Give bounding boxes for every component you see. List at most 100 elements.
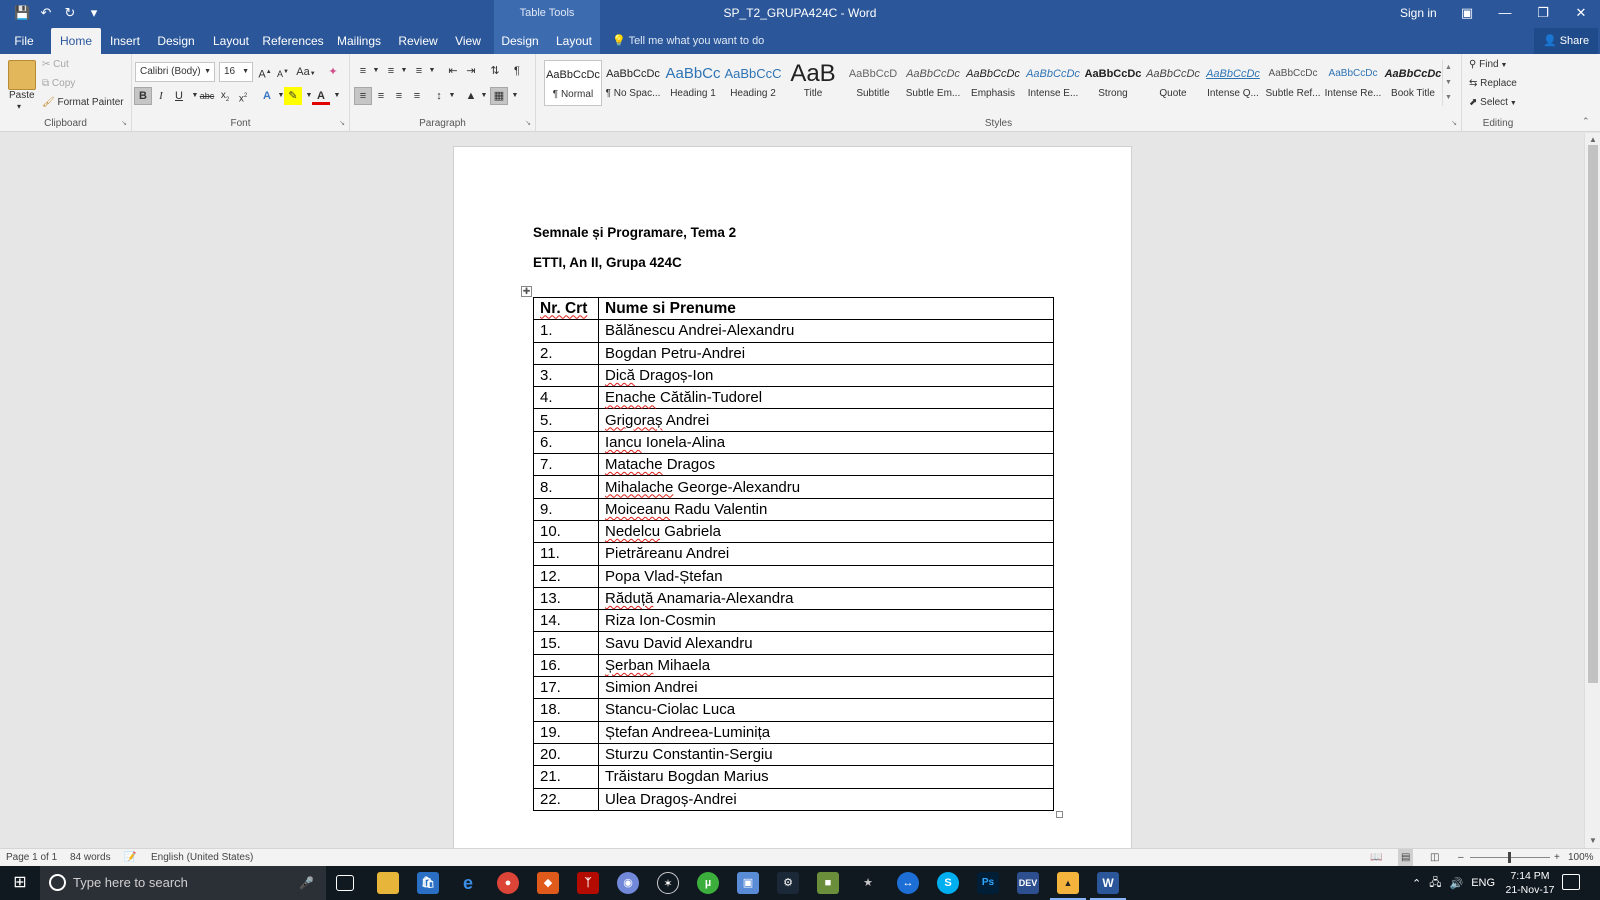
spelling-error-mark[interactable]: Grigoraș — [605, 412, 663, 429]
gallery-scroll[interactable]: ▲ ▼ ▼ — [1442, 60, 1454, 106]
cell-student-name[interactable]: Șerban Mihaela — [598, 653, 1054, 678]
cell-student-name[interactable]: Pietrăreanu Andrei — [598, 542, 1054, 566]
align-right-icon[interactable]: ≡ — [390, 87, 408, 105]
style-intense-reference[interactable]: AaBbCcDc Intense Re... — [1324, 60, 1382, 106]
chevron-up-icon[interactable]: ▲ — [1445, 64, 1452, 71]
cell-nr-crt[interactable]: 3. — [533, 363, 599, 388]
cell-nr-crt[interactable]: 12. — [533, 564, 599, 588]
web-layout-icon[interactable]: ◫ — [1430, 849, 1439, 866]
find-button[interactable]: ⚲ Find ▼ — [1469, 59, 1507, 70]
app-pin-icon[interactable]: ★ — [857, 872, 879, 894]
read-mode-icon[interactable]: 📖 — [1370, 849, 1382, 866]
tab-design[interactable]: Design — [152, 28, 200, 54]
borders-dropdown-icon[interactable]: ▼ — [506, 87, 524, 105]
cell-student-name[interactable]: Bălănescu Andrei-Alexandru — [598, 319, 1054, 343]
bold-icon[interactable]: B — [134, 87, 152, 105]
scroll-thumb[interactable] — [1588, 145, 1598, 683]
taskbar-search-box[interactable]: Type here to search 🎤 — [40, 866, 326, 900]
font-size-dropdown[interactable]: 16 ▼ — [219, 62, 253, 82]
cell-student-name[interactable]: Ulea Dragoș-Andrei — [598, 787, 1054, 811]
cell-student-name[interactable]: Simion Andrei — [598, 676, 1054, 700]
restore-icon[interactable]: ❐ — [1524, 0, 1562, 28]
ribbon-display-options-icon[interactable]: ▣ — [1448, 0, 1486, 28]
spelling-error-mark[interactable]: Dică — [605, 367, 635, 384]
style-emphasis[interactable]: AaBbCcDc Emphasis — [964, 60, 1022, 106]
subscript-icon[interactable]: x2 — [216, 87, 234, 105]
cell-nr-crt[interactable]: 19. — [533, 720, 599, 744]
spelling-error-mark[interactable]: Nedelcu — [605, 523, 660, 540]
photoshop-icon[interactable]: Ps — [977, 872, 999, 894]
header-nr-crt[interactable]: Nr. Crt — [533, 296, 599, 321]
tab-references[interactable]: References — [262, 28, 324, 54]
zoom-out-icon[interactable]: – — [1458, 849, 1464, 866]
cell-student-name[interactable]: Sturzu Constantin-Sergiu — [598, 742, 1054, 767]
cell-nr-crt[interactable]: 10. — [533, 519, 599, 544]
utorrent-icon[interactable]: µ — [697, 872, 719, 894]
cell-nr-crt[interactable]: 8. — [533, 475, 599, 499]
tab-mailings[interactable]: Mailings — [332, 28, 386, 54]
chrome-icon[interactable]: ● — [497, 872, 519, 894]
style-heading-1[interactable]: AaBbCc Heading 1 — [664, 60, 722, 106]
spelling-error-mark[interactable]: Moiceanu — [605, 501, 670, 518]
show-marks-icon[interactable]: ¶ — [508, 62, 526, 80]
tab-view[interactable]: View — [450, 28, 486, 54]
clear-formatting-icon[interactable]: ✦ — [324, 63, 342, 81]
style-book-title[interactable]: AaBbCcDc Book Title — [1384, 60, 1442, 106]
cut-button[interactable]: ✂ Cut — [42, 59, 69, 70]
app-icon[interactable]: ◆ — [537, 872, 559, 894]
cell-student-name[interactable]: Grigoraș Andrei — [598, 408, 1054, 432]
cell-nr-crt[interactable]: 7. — [533, 453, 599, 477]
zoom-slider-thumb[interactable] — [1508, 852, 1511, 863]
tell-me-box[interactable]: 💡 Tell me what you want to do — [612, 28, 764, 54]
table-move-handle-icon[interactable]: ✚ — [521, 286, 532, 297]
font-family-dropdown[interactable]: Calibri (Body) ▼ — [135, 62, 215, 82]
style-intense-quote[interactable]: AaBbCcDc Intense Q... — [1204, 60, 1262, 106]
windows-start-icon[interactable]: ⊞ — [0, 866, 40, 900]
spelling-error-mark[interactable]: Enache — [605, 389, 656, 406]
paste-icon[interactable] — [8, 60, 36, 90]
cell-nr-crt[interactable]: 13. — [533, 586, 599, 611]
task-view-icon[interactable] — [336, 875, 354, 891]
increase-indent-icon[interactable]: ⇥ — [462, 62, 480, 80]
style-strong[interactable]: AaBbCcDc Strong — [1084, 60, 1142, 106]
cell-student-name[interactable]: Răduță Anamaria-Alexandra — [598, 586, 1054, 611]
change-case-button[interactable]: Aa▼ — [294, 63, 318, 81]
page-count[interactable]: Page 1 of 1 — [6, 849, 57, 866]
spelling-error-mark[interactable]: Iancu — [605, 434, 642, 451]
cell-student-name[interactable]: Bogdan Petru-Andrei — [598, 341, 1054, 365]
cell-nr-crt[interactable]: 5. — [533, 408, 599, 432]
network-icon[interactable]: 🖧 — [1429, 874, 1441, 893]
cell-nr-crt[interactable]: 14. — [533, 609, 599, 633]
zoom-level[interactable]: 100% — [1568, 849, 1594, 866]
format-painter-button[interactable]: 🖌 Format Painter — [42, 97, 124, 108]
zoom-in-icon[interactable]: + — [1554, 849, 1560, 866]
font-launcher-icon[interactable]: ↘ — [339, 119, 345, 127]
paragraph-launcher-icon[interactable]: ↘ — [525, 119, 531, 127]
cell-nr-crt[interactable]: 2. — [533, 341, 599, 365]
style-title[interactable]: AaB Title — [784, 60, 842, 106]
cell-nr-crt[interactable]: 11. — [533, 542, 599, 566]
input-language[interactable]: ENG — [1471, 877, 1495, 889]
minecraft-icon[interactable]: ■ — [817, 872, 839, 894]
cell-student-name[interactable]: Matache Dragos — [598, 453, 1054, 477]
acrobat-icon[interactable]: ᛉ — [577, 872, 599, 894]
teamviewer-icon[interactable]: ↔ — [897, 872, 919, 894]
cell-nr-crt[interactable]: 22. — [533, 787, 599, 811]
store-icon[interactable]: 🛍 — [417, 872, 439, 894]
file-explorer-icon[interactable] — [377, 872, 399, 894]
word-count[interactable]: 84 words — [70, 849, 111, 866]
style-no-spacing[interactable]: AaBbCcDc ¶ No Spac... — [604, 60, 662, 106]
align-center-icon[interactable]: ≡ — [372, 87, 390, 105]
cell-student-name[interactable]: Mihalache George-Alexandru — [598, 475, 1054, 499]
cell-nr-crt[interactable]: 1. — [533, 319, 599, 343]
steam-icon[interactable]: ⚙ — [777, 872, 799, 894]
spelling-error-mark[interactable]: Mihalache — [605, 479, 673, 496]
multilevel-dropdown-icon[interactable]: ▼ — [423, 62, 441, 80]
language-status[interactable]: English (United States) — [151, 849, 253, 866]
select-button[interactable]: ⬈ Select ▼ — [1469, 97, 1517, 108]
header-name[interactable]: Nume si Prenume — [598, 296, 1054, 321]
grow-font-icon[interactable]: A▲ — [256, 63, 274, 81]
cell-student-name[interactable]: Riza Ion-Cosmin — [598, 609, 1054, 633]
tab-table-design[interactable]: Design — [500, 28, 540, 54]
tab-layout[interactable]: Layout — [208, 28, 254, 54]
